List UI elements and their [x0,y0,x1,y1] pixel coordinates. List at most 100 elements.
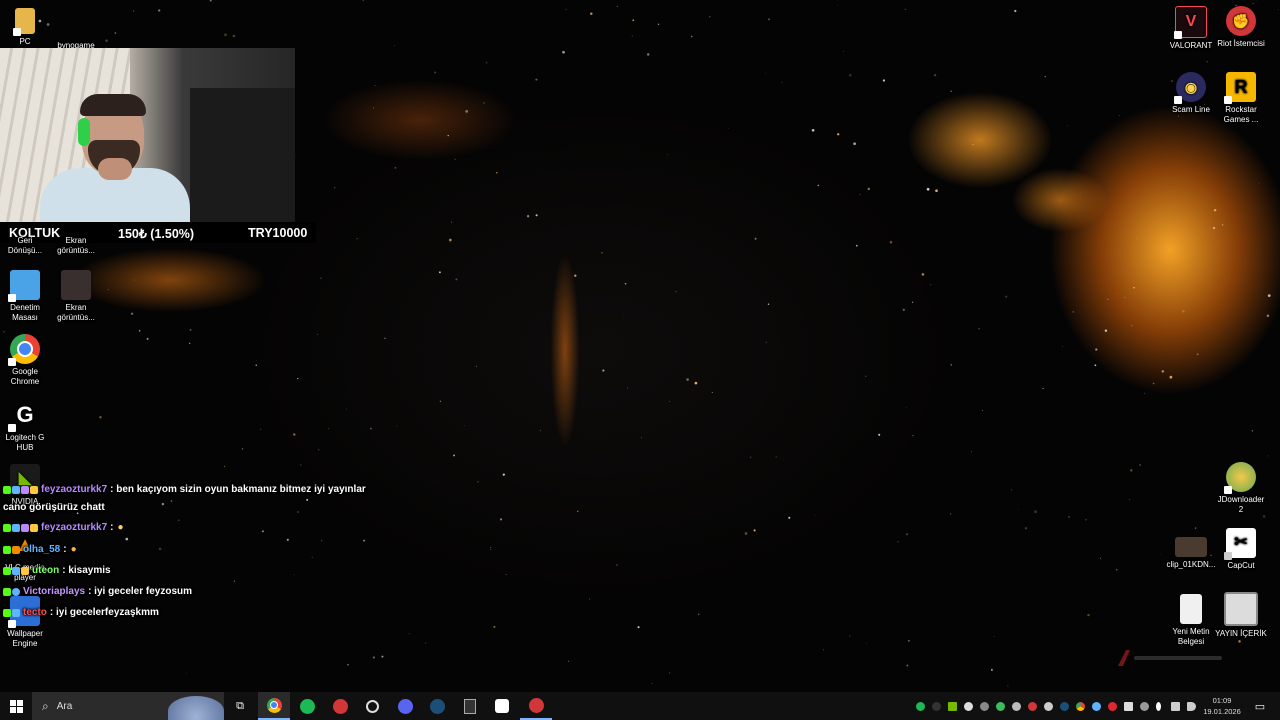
wallpaper-star [993,635,995,637]
wallpaper-star [133,279,135,281]
tray-app-icon[interactable] [964,702,973,711]
desktop-icon-chrome[interactable]: Google Chrome [0,334,53,387]
tray-app-icon[interactable] [932,702,941,711]
wallpaper-star [328,428,330,430]
tray-app-icon[interactable] [980,702,989,711]
wallpaper-star [1251,430,1253,432]
wallpaper-star [373,107,375,109]
wallpaper-star [668,672,671,674]
wallpaper-star [372,656,376,659]
chat-message: olha_58 : ● [3,544,77,555]
task-view-icon: ⧉ [236,699,244,712]
wallpaper-star [1116,293,1118,295]
taskbar-app-chrome[interactable] [258,692,290,720]
chat-username: feyzaozturkk7 [41,522,108,533]
desktop-icon-pc[interactable]: PC [0,8,53,47]
wallpaper-star [882,79,886,82]
wallpaper-star [675,291,677,293]
valorant-icon: V [1174,6,1207,39]
spotify-icon [299,698,315,714]
desktop-icon-valorant[interactable]: V VALORANT [1163,6,1219,51]
wallpaper-star [286,538,289,541]
wallpaper-star [627,387,629,389]
webcam-headset [78,118,90,146]
tray-app-icon[interactable] [1028,702,1037,711]
desktop-icon-yayin-icerik[interactable]: YAYIN İÇERİK [1213,592,1269,639]
wallpaper-star [455,278,458,281]
task-view-button[interactable]: ⧉ [228,692,252,720]
wallpaper-star [577,510,579,512]
tray-network-icon[interactable] [1171,702,1180,711]
tray-app-icon[interactable] [1044,702,1053,711]
desktop-icon-screenshot-2[interactable]: Ekran görüntüs... [48,270,104,323]
wallpaper-star [1213,208,1217,212]
taskbar-app-capcut[interactable] [487,692,517,720]
wallpaper-star [1139,464,1141,466]
video-file-icon [1175,537,1207,557]
desktop-icon-scam-line[interactable]: ◉ Scam Line [1163,72,1219,115]
wallpaper-star [1169,375,1173,379]
taskbar-app-discord[interactable] [390,692,420,720]
desktop-icon-screenshot-1[interactable]: Ekran görüntüs... [48,236,104,256]
taskbar-app-riot-client[interactable] [325,692,355,720]
wallpaper-star [867,187,870,191]
wallpaper-star [356,238,358,240]
wallpaper-star [978,327,980,330]
taskbar-app-steam[interactable] [422,692,452,720]
desktop-icon-bynoqame[interactable]: bynoqame [48,8,104,51]
tray-windows-security-icon[interactable] [1124,702,1133,711]
epic-games-icon [464,698,476,714]
tray-chrome-icon[interactable] [1076,702,1085,711]
wallpaper-star [935,189,938,193]
wallpaper-star [972,143,974,146]
tray-volume-icon[interactable] [1187,702,1196,711]
desktop-icon-clip[interactable]: clip_01KDN... [1163,530,1219,570]
desktop-icon-recycle-bin[interactable]: Geri Dönüşü... [0,236,53,256]
wallpaper-star [453,454,456,457]
wallpaper-star [889,240,893,244]
taskbar-search-box[interactable]: ⌕ Ara [32,692,224,720]
goal-amount: 150₺ (1.50%) [118,227,195,241]
folder-icon [13,8,35,36]
tray-microphone-icon[interactable] [1156,702,1161,711]
desktop-icon-text-document[interactable]: Yeni Metin Belgesi [1163,594,1219,647]
tray-app-icon[interactable] [1092,702,1101,711]
wallpaper-star [535,214,538,217]
desktop-icon-control-panel[interactable]: Denetim Masası [0,270,53,323]
search-highlight-image [168,696,224,720]
wallpaper-star [1087,613,1090,617]
taskbar-app-tracker[interactable] [357,692,387,720]
tray-steam-icon[interactable] [1060,702,1069,711]
wallpaper-star [641,437,643,439]
desktop-icon-wallpaper-engine[interactable]: Wallpaper Engine [0,596,53,649]
tray-app-icon[interactable] [1140,702,1149,711]
tray-nvidia-icon[interactable] [948,702,957,711]
wallpaper-star [690,35,693,38]
wallpaper-star [1266,314,1270,317]
wallpaper-star [138,330,141,332]
desktop-icon-capcut[interactable]: ✂ CapCut [1213,528,1269,571]
tray-app-icon[interactable] [996,702,1005,711]
wallpaper-star [114,32,117,34]
wallpaper-star [950,364,953,366]
chat-username: tecto [23,607,47,618]
start-button[interactable] [0,692,32,720]
taskbar-app-riot[interactable] [520,692,552,720]
wallpaper-star [1133,286,1135,289]
wallpaper-star [1067,125,1069,127]
tray-app-icon[interactable] [1012,702,1021,711]
desktop-icon-jdownloader[interactable]: JDownloader 2 [1213,462,1269,515]
tray-spotify-icon[interactable] [916,702,925,711]
taskbar-clock[interactable]: 01:09 19.01.2026 [1200,695,1244,717]
taskbar-app-epic-games[interactable] [455,692,485,720]
chat-text: : [110,522,114,533]
desktop-icon-riot[interactable]: ✊ Riot İstemcisi [1213,6,1269,49]
notification-center-button[interactable]: ▭ [1250,692,1270,720]
wallpaper-star [754,237,757,240]
wallpaper-star [933,73,937,77]
clock-date: 19.01.2026 [1203,707,1241,716]
taskbar-app-spotify[interactable] [292,692,322,720]
desktop-icon-rockstar[interactable]: R Rockstar Games ... [1213,72,1269,125]
tray-app-icon[interactable] [1108,702,1117,711]
desktop-icon-logitech[interactable]: G Logitech G HUB [0,400,53,453]
